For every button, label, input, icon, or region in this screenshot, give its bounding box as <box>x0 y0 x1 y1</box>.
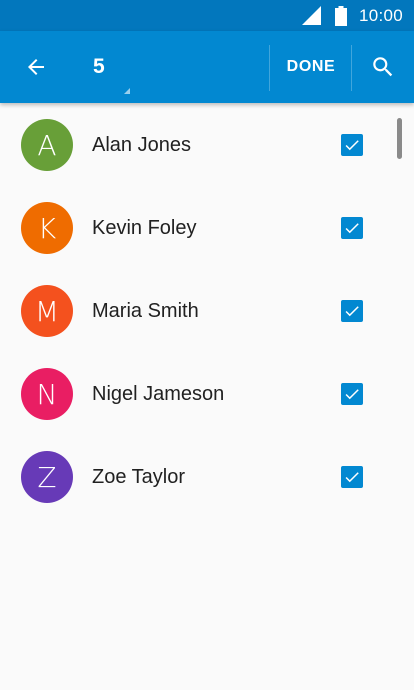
contact-checkbox[interactable] <box>341 134 363 156</box>
status-bar: 10:00 <box>0 0 414 31</box>
contact-name: Alan Jones <box>92 134 191 156</box>
contact-row[interactable]: M Maria Smith <box>0 269 414 352</box>
back-button[interactable] <box>18 49 54 85</box>
avatar: N <box>21 368 73 420</box>
app-bar: 5 DONE <box>0 31 414 103</box>
selected-count-dropdown[interactable]: 5 <box>82 47 134 97</box>
avatar: M <box>21 285 73 337</box>
avatar: A <box>21 119 73 171</box>
clock: 10:00 <box>358 5 403 25</box>
check-icon <box>345 306 359 317</box>
contact-row[interactable]: N Nigel Jameson <box>0 352 414 435</box>
contact-name: Kevin Foley <box>92 217 197 239</box>
contact-row[interactable]: A Alan Jones <box>0 103 414 186</box>
battery-icon <box>334 5 347 26</box>
contact-row[interactable]: Z Zoe Taylor <box>0 435 414 518</box>
contact-name: Nigel Jameson <box>92 383 225 405</box>
contact-checkbox[interactable] <box>341 466 363 488</box>
check-icon <box>345 389 359 400</box>
arrow-back-icon <box>28 59 44 75</box>
contact-checkbox[interactable] <box>341 383 363 405</box>
contact-list: A Alan Jones K Kevin Foley M Maria Smith… <box>0 103 414 518</box>
check-icon <box>345 223 359 234</box>
check-icon <box>345 140 359 151</box>
contact-row[interactable]: K Kevin Foley <box>0 186 414 269</box>
scrollbar[interactable] <box>397 118 402 159</box>
check-icon <box>345 472 359 483</box>
selected-count: 5 <box>93 55 105 78</box>
avatar: K <box>21 202 73 254</box>
done-button[interactable]: DONE <box>270 31 352 103</box>
search-icon <box>373 57 393 77</box>
signal-icon <box>301 6 321 25</box>
contact-checkbox[interactable] <box>341 217 363 239</box>
contact-checkbox[interactable] <box>341 300 363 322</box>
avatar: Z <box>21 451 73 503</box>
contact-name: Zoe Taylor <box>92 466 186 488</box>
search-button[interactable] <box>352 31 414 103</box>
contact-name: Maria Smith <box>92 300 199 322</box>
dropdown-triangle-icon <box>124 88 130 94</box>
